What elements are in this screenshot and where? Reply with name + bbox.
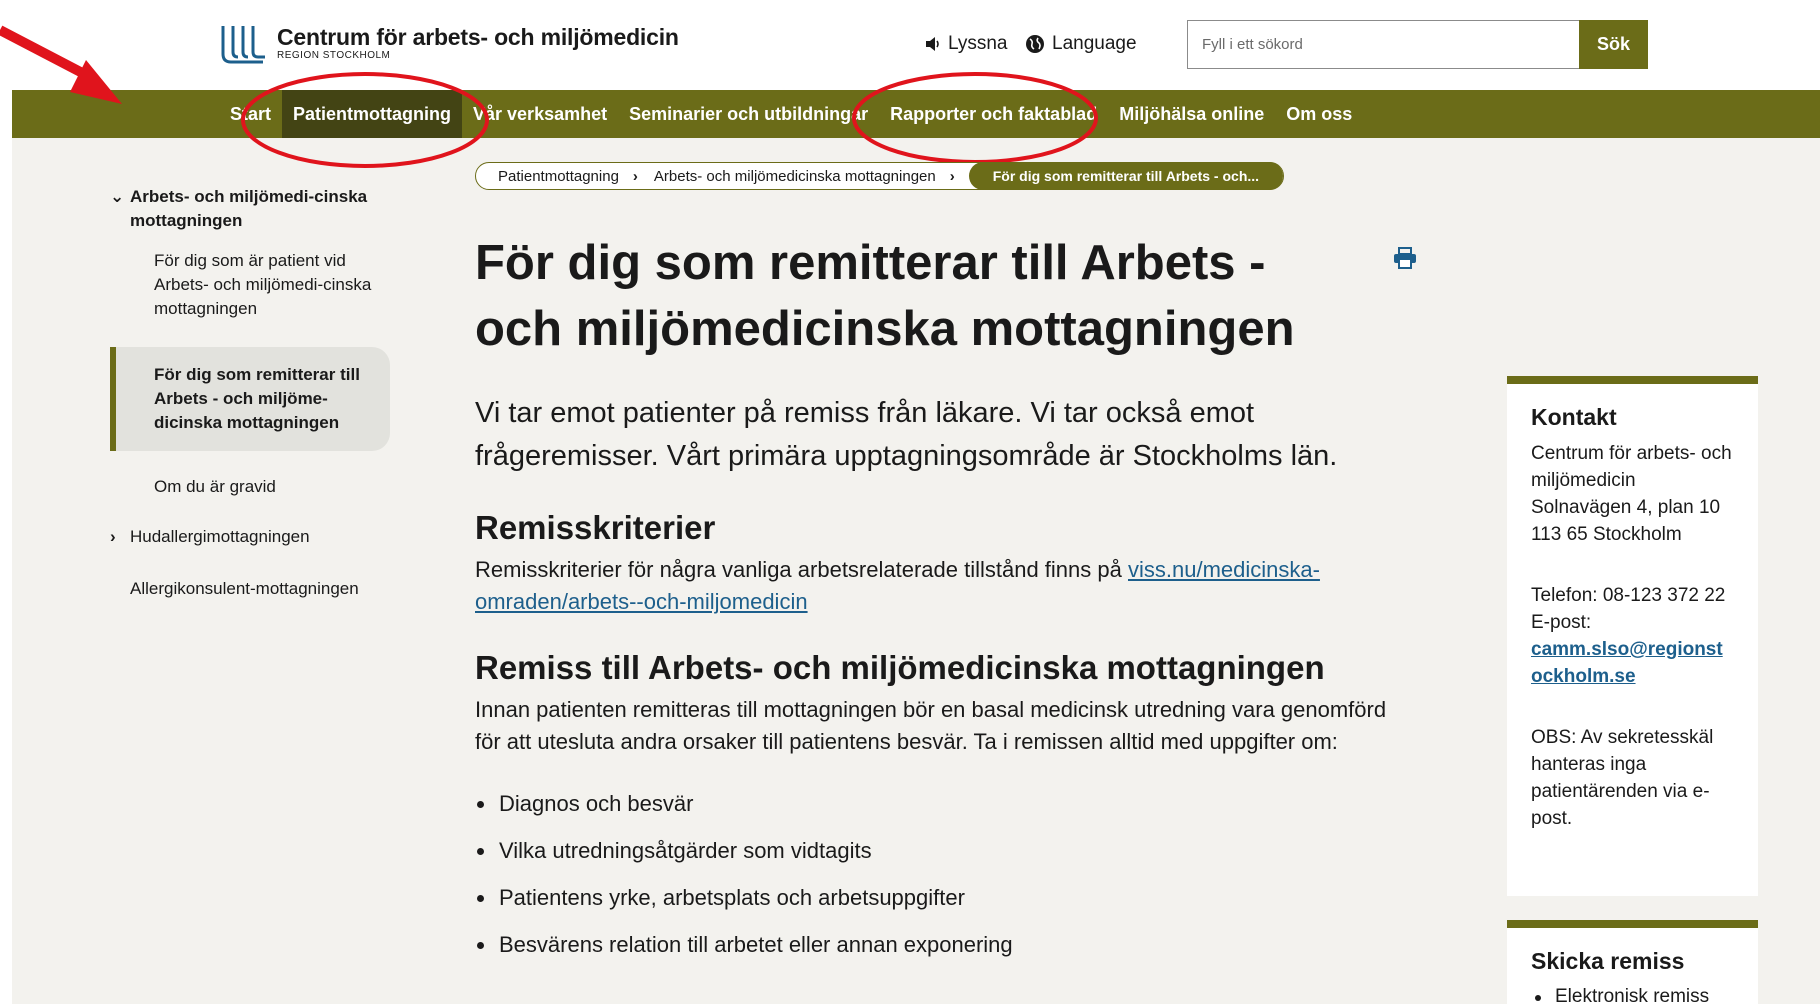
globe-icon — [1026, 35, 1044, 53]
logo-icon — [221, 26, 265, 64]
breadcrumb-item[interactable]: Patientmottagning — [476, 168, 619, 185]
listen-label: Lyssna — [948, 33, 1008, 54]
speaker-icon — [926, 37, 939, 51]
remisskriterier-text: Remisskriterier för några vanliga arbets… — [475, 554, 1405, 618]
sidebar-section-label: Arbets- och miljömedi-cinska mottagninge… — [130, 187, 368, 230]
send-referral-title: Skicka remiss — [1531, 948, 1685, 974]
chevron-down-icon: ⌄ — [110, 187, 125, 206]
search-input[interactable] — [1187, 20, 1579, 69]
remiss-text: Innan patienten remitteras till mottagni… — [475, 697, 1387, 754]
main-navigation: Start Patientmottagning Vår verksamhet S… — [12, 90, 1820, 138]
sidebar-item-allergikonsulent[interactable]: Allergikonsulent-mottagningen — [110, 577, 390, 601]
page-title: För dig som remitterar till Arbets - och… — [475, 236, 1295, 356]
chevron-right-icon: › — [110, 527, 116, 546]
site-header: Centrum för arbets- och miljömedicin REG… — [12, 0, 1820, 90]
remisskriterier-body: Remisskriterier för några vanliga arbets… — [475, 557, 1122, 582]
list-item: Patientens yrke, arbetsplats och arbetsu… — [475, 874, 1405, 921]
list-item: Diagnos och besvär — [475, 780, 1405, 827]
breadcrumb-chevron-icon: › — [632, 167, 638, 185]
requirements-list: Diagnos och besvär Vilka utredningsåtgär… — [475, 780, 1405, 968]
nav-item-rapporter[interactable]: Rapporter och faktablad — [879, 90, 1108, 138]
sidebar-section-amm[interactable]: ⌄ Arbets- och miljömedi-cinska mottagnin… — [110, 185, 390, 233]
contact-email-link[interactable]: camm.slso@regionstockholm.se — [1531, 639, 1723, 687]
send-referral-item[interactable]: Elektronisk remiss — [1531, 984, 1734, 1004]
send-referral-card: Skicka remiss Elektronisk remiss — [1507, 920, 1758, 1004]
nav-item-seminarier[interactable]: Seminarier och utbildningar — [618, 90, 879, 138]
logo-title: Centrum för arbets- och miljömedicin — [277, 24, 679, 50]
contact-phone: Telefon: 08-123 372 22 — [1531, 585, 1726, 606]
breadcrumb-chevron-icon: › — [949, 167, 955, 185]
search-button[interactable]: Sök — [1579, 20, 1648, 69]
contact-note: OBS: Av sekretesskäl hanteras inga patie… — [1531, 727, 1714, 829]
section-heading-remiss: Remiss till Arbets- och miljömedicinska … — [475, 649, 1325, 686]
contact-address: Solnavägen 4, plan 10 — [1531, 497, 1721, 518]
sidebar-item-remitterar[interactable]: För dig som remitterar till Arbets - och… — [110, 347, 390, 451]
list-item: Besvärens relation till arbetet eller an… — [475, 921, 1405, 968]
nav-item-patientmottagning[interactable]: Patientmottagning — [282, 90, 463, 138]
nav-item-start[interactable]: Start — [219, 90, 282, 138]
breadcrumb-current: För dig som remitterar till Arbets - och… — [968, 162, 1284, 190]
contact-org: Centrum för arbets- och miljömedicin — [1531, 443, 1732, 491]
listen-button[interactable]: Lyssna — [925, 33, 1008, 55]
sidebar-item-gravid[interactable]: Om du är gravid — [110, 475, 390, 499]
site-logo[interactable]: Centrum för arbets- och miljömedicin REG… — [219, 24, 679, 64]
contact-title: Kontakt — [1531, 404, 1617, 430]
logo-subtitle: REGION STOCKHOLM — [277, 50, 391, 61]
sidebar-item-label: Hudallergimottagningen — [130, 527, 310, 546]
breadcrumb: Patientmottagning › Arbets- och miljömed… — [475, 162, 1285, 190]
lead-paragraph: Vi tar emot patienter på remiss från läk… — [475, 397, 1338, 472]
left-edge-strip — [0, 0, 12, 1004]
search-form: Sök — [1187, 20, 1648, 69]
sidebar-nav: ⌄ Arbets- och miljömedi-cinska mottagnin… — [110, 185, 390, 601]
list-item: Vilka utredningsåtgärder som vidtagits — [475, 827, 1405, 874]
contact-email-label: E-post: — [1531, 612, 1592, 633]
nav-item-var-verksamhet[interactable]: Vår verksamhet — [462, 90, 618, 138]
sidebar-item-patient[interactable]: För dig som är patient vid Arbets- och m… — [110, 249, 390, 321]
sidebar-item-hudallergi[interactable]: › Hudallergimottagningen — [110, 525, 390, 549]
language-button[interactable]: Language — [1025, 33, 1137, 55]
section-heading-remisskriterier: Remisskriterier — [475, 509, 716, 546]
contact-postal: 113 65 Stockholm — [1531, 524, 1682, 545]
language-label: Language — [1052, 33, 1137, 54]
nav-item-om-oss[interactable]: Om oss — [1275, 90, 1363, 138]
contact-card: Kontakt Centrum för arbets- och miljömed… — [1507, 376, 1758, 896]
nav-item-miljohalsa[interactable]: Miljöhälsa online — [1108, 90, 1275, 138]
breadcrumb-item[interactable]: Arbets- och miljömedicinska mottagningen — [646, 168, 936, 185]
main-content: För dig som remitterar till Arbets - och… — [475, 230, 1405, 968]
